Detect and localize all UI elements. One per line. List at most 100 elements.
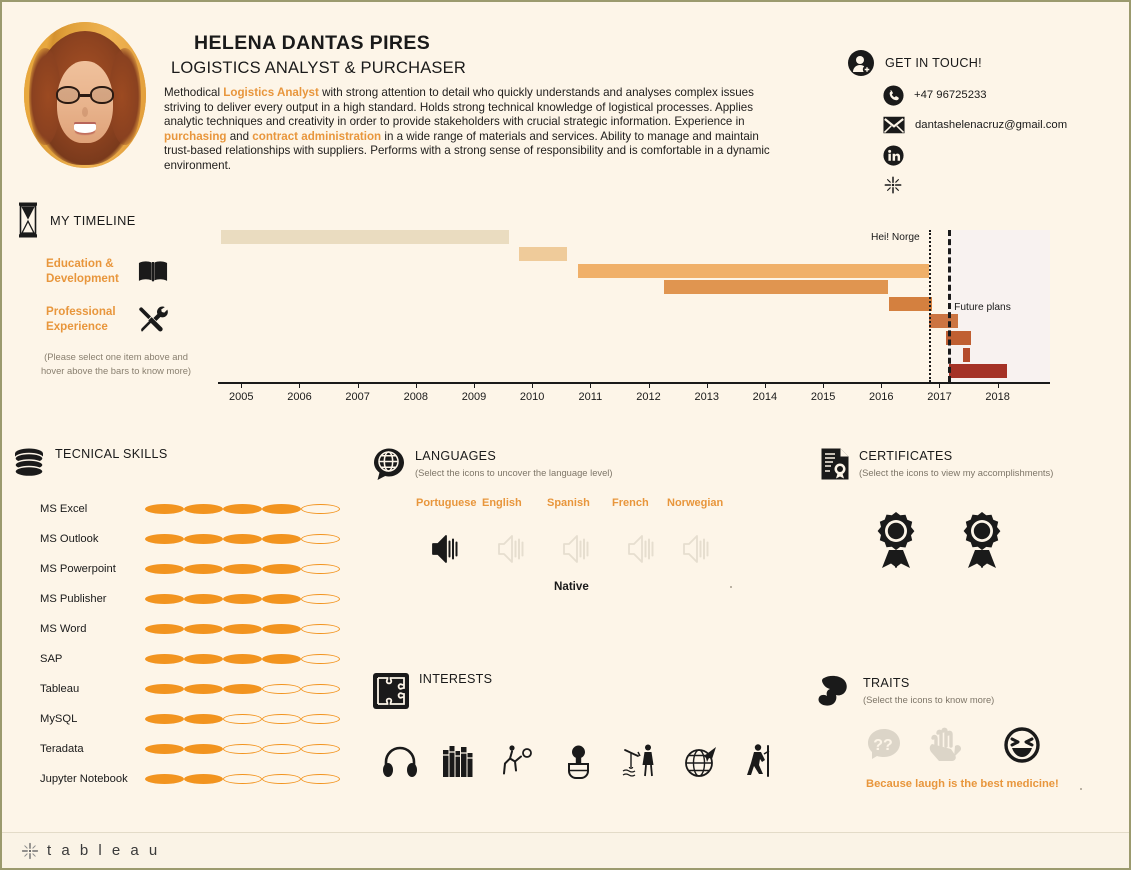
- skill-dot-filled: [184, 654, 223, 664]
- certificates-header: CERTIFICATES (Select the icons to view m…: [820, 447, 1053, 481]
- timeline-filter-education-label: Education & Development: [46, 257, 119, 285]
- axis-tick: [764, 382, 766, 388]
- profile-summary: Methodical Logistics Analyst with strong…: [164, 86, 780, 174]
- speaker-icon[interactable]: [561, 532, 591, 571]
- skill-dot-filled: [262, 624, 301, 634]
- skill-dot-filled: [184, 594, 223, 604]
- axis-tick-label: 2016: [869, 391, 894, 403]
- skill-name: MySQL: [40, 713, 78, 725]
- contact-phone[interactable]: +47 96725233: [883, 80, 1127, 110]
- timeline-bar[interactable]: [888, 297, 933, 312]
- axis-line: [218, 382, 1050, 384]
- language-level-value: Native: [554, 580, 589, 593]
- books-icon[interactable]: [440, 742, 478, 787]
- speaker-icon[interactable]: [626, 532, 656, 571]
- speaker-icon[interactable]: [430, 532, 460, 571]
- language-name[interactable]: Spanish: [547, 497, 590, 509]
- linkedin-icon: [883, 144, 904, 166]
- contact-tableau[interactable]: [883, 170, 1127, 200]
- cooking-icon[interactable]: [560, 742, 598, 787]
- summary-highlight: contract administration: [252, 129, 382, 143]
- skill-row: Tableau: [40, 674, 340, 704]
- speaker-icon[interactable]: [681, 532, 711, 571]
- skill-dot-empty: [262, 774, 301, 784]
- tableau-brand[interactable]: t a b l e a u: [20, 841, 160, 861]
- summary-text: Methodical: [164, 86, 224, 99]
- contact-email[interactable]: dantashelenacruz@gmail.com: [883, 110, 1127, 140]
- open-book-icon: [138, 259, 168, 283]
- skill-dot-empty: [301, 684, 340, 694]
- headphones-icon[interactable]: [382, 742, 420, 787]
- volleyball-icon[interactable]: [500, 742, 538, 787]
- language-name[interactable]: Norwegian: [667, 497, 723, 509]
- timeline-bar[interactable]: [220, 230, 509, 244]
- contact-title: GET IN TOUCH!: [885, 56, 982, 70]
- timeline-header: MY TIMELINE: [16, 202, 136, 238]
- axis-tick-label: 2018: [985, 391, 1010, 403]
- timeline-bar[interactable]: [664, 280, 889, 295]
- timeline-bar[interactable]: [928, 314, 959, 328]
- helping-hands-icon[interactable]: [925, 724, 969, 773]
- axis-tick-label: 2014: [752, 391, 778, 403]
- skill-dot-filled: [184, 684, 223, 694]
- traits-caption: Because laugh is the best medicine!: [866, 778, 1059, 790]
- traits-icons[interactable]: ??: [860, 724, 1060, 770]
- database-icon: [12, 447, 46, 481]
- interests-title: INTERESTS: [419, 672, 493, 686]
- smiley-laugh-icon[interactable]: [1000, 724, 1044, 773]
- language-name[interactable]: Portuguese: [416, 497, 477, 509]
- skill-dot-filled: [262, 594, 301, 604]
- timeline-bar[interactable]: [949, 364, 1007, 379]
- award-ribbon-icon[interactable]: [953, 510, 1011, 579]
- skill-rating: [145, 654, 340, 664]
- timeline-gantt-chart[interactable]: Hei! Norge Future plans: [218, 230, 1050, 382]
- thinking-head-icon[interactable]: ??: [860, 724, 904, 773]
- timeline-bar[interactable]: [962, 347, 970, 362]
- skill-dot-filled: [262, 534, 301, 544]
- language-name[interactable]: English: [482, 497, 522, 509]
- hiking-icon[interactable]: [740, 742, 778, 787]
- resume-dashboard: HELENA DANTAS PIRES LOGISTICS ANALYST & …: [0, 0, 1131, 870]
- skill-name: Teradata: [40, 743, 84, 755]
- certificates-icons[interactable]: [867, 510, 1067, 580]
- language-icons[interactable]: [416, 532, 756, 574]
- avatar: [24, 22, 146, 168]
- skill-dot-empty: [223, 714, 262, 724]
- timeline-bar[interactable]: [519, 246, 568, 261]
- skills-title: TECNICAL SKILLS: [55, 447, 168, 461]
- skill-row: Teradata: [40, 734, 340, 764]
- skill-dot-filled: [223, 534, 262, 544]
- envelope-icon: [883, 116, 905, 134]
- timeline-marker-label: Future plans: [954, 302, 1011, 313]
- travel-globe-icon[interactable]: [682, 742, 720, 787]
- skill-dot-filled: [184, 564, 223, 574]
- axis-tick-label: 2013: [694, 391, 719, 403]
- tableau-logo-icon: [20, 841, 40, 861]
- skill-name: MS Powerpoint: [40, 563, 116, 575]
- skill-dot-empty: [223, 774, 262, 784]
- axis-tick-label: 2017: [927, 391, 952, 403]
- speaker-icon[interactable]: [496, 532, 526, 571]
- timeline-marker-line: [928, 230, 931, 382]
- traits-title: TRAITS: [863, 676, 910, 690]
- fishing-icon[interactable]: [622, 742, 660, 787]
- award-ribbon-icon[interactable]: [867, 510, 925, 579]
- axis-tick: [706, 382, 708, 388]
- skill-name: MS Publisher: [40, 593, 107, 605]
- summary-text: and: [226, 129, 253, 143]
- skill-dot-filled: [223, 504, 262, 514]
- timeline-filter-education[interactable]: Education & Development: [46, 256, 168, 286]
- timeline-filter-professional[interactable]: Professional Experience: [46, 304, 168, 334]
- language-name[interactable]: French: [612, 497, 649, 509]
- skill-dot-empty: [301, 654, 340, 664]
- skill-dot-filled: [145, 564, 184, 574]
- skill-rating: [145, 564, 340, 574]
- skill-rating: [145, 744, 340, 754]
- skill-dot-empty: [301, 624, 340, 634]
- contact-linkedin[interactable]: [883, 140, 1127, 170]
- interests-icons[interactable]: [382, 742, 792, 788]
- skill-row: MS Powerpoint: [40, 554, 340, 584]
- axis-tick: [415, 382, 417, 388]
- axis-tick-label: 2012: [636, 391, 661, 403]
- timeline-bar[interactable]: [577, 263, 929, 278]
